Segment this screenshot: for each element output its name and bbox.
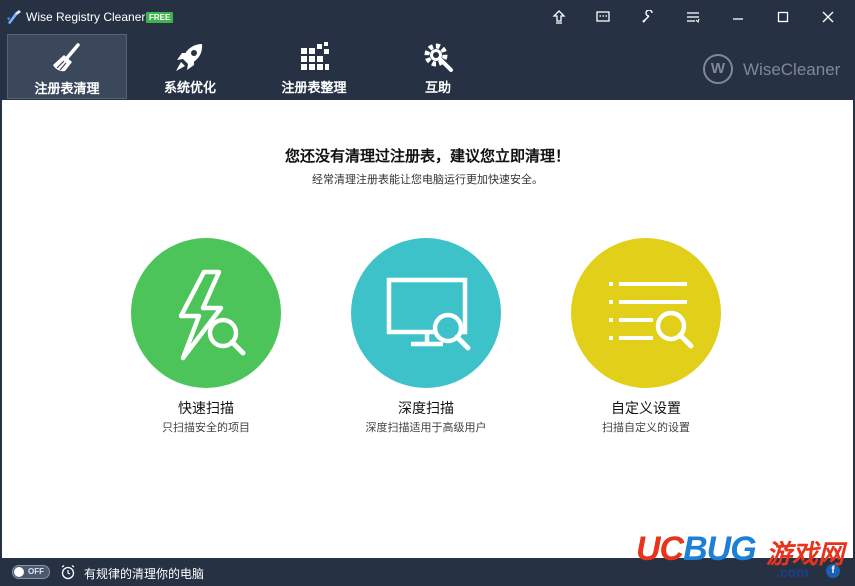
brand-text: WiseCleaner xyxy=(743,60,841,79)
schedule-text: 有规律的清理你的电脑 xyxy=(84,567,205,581)
upgrade-icon[interactable] xyxy=(545,4,573,30)
tab-registry-cleaner[interactable]: 注册表清理 xyxy=(7,34,127,99)
schedule-toggle[interactable]: OFF xyxy=(12,565,50,579)
option-title: 自定义设置 xyxy=(611,400,681,416)
alarm-clock-icon xyxy=(61,564,75,580)
option-title: 快速扫描 xyxy=(178,400,234,416)
deep-scan-circle[interactable] xyxy=(351,238,501,388)
rocket-icon xyxy=(176,44,203,71)
quick-scan-button[interactable]: 快速扫描 只扫描安全的项目 xyxy=(121,238,291,438)
page-subtitle: 经常清理注册表能让您电脑运行更加快速安全。 xyxy=(312,174,543,186)
quick-scan-circle[interactable] xyxy=(131,238,281,388)
option-title: 深度扫描 xyxy=(398,400,454,416)
tab-label: 注册表整理 xyxy=(281,80,347,95)
monitor-search-icon xyxy=(386,277,471,351)
minimize-icon[interactable] xyxy=(724,4,752,30)
tab-help[interactable]: 互助 xyxy=(378,34,498,99)
main-content: 您还没有清理过注册表，建议您立即清理！ 经常清理注册表能让您电脑运行更加快速安全… xyxy=(2,100,853,558)
lightning-search-icon xyxy=(178,269,246,361)
maximize-icon[interactable] xyxy=(769,4,797,30)
toggle-knob xyxy=(14,567,24,577)
custom-settings-circle[interactable] xyxy=(571,238,721,388)
tab-label: 注册表清理 xyxy=(34,81,100,96)
watermark-domain: .com xyxy=(776,564,809,580)
app-title: Wise Registry Cleaner 9 xyxy=(26,10,156,24)
broom-icon xyxy=(53,43,80,72)
app-logo-icon xyxy=(7,10,21,24)
menu-icon[interactable] xyxy=(679,4,707,30)
tools-icon[interactable] xyxy=(634,4,662,30)
option-desc: 深度扫描适用于高级用户 xyxy=(365,422,487,434)
wrench-gear-icon xyxy=(424,43,453,72)
title-bar: Wise Registry Cleaner 9 FREE xyxy=(0,0,855,34)
tab-registry-defrag[interactable]: 注册表整理 xyxy=(254,34,374,99)
facebook-icon: f xyxy=(826,564,840,578)
toggle-label: OFF xyxy=(28,567,44,576)
custom-settings-button[interactable]: 自定义设置 扫描自定义的设置 xyxy=(561,238,731,438)
tab-system-optimize[interactable]: 系统优化 xyxy=(130,34,250,99)
blocks-icon xyxy=(301,42,329,70)
wisecleaner-logo-icon: W xyxy=(703,54,733,84)
app-window: Wise Registry Cleaner 9 FREE 注册表清理 系统优化 … xyxy=(0,0,855,586)
tab-label: 系统优化 xyxy=(163,80,216,95)
free-badge: FREE xyxy=(146,12,174,23)
deep-scan-button[interactable]: 深度扫描 深度扫描适用于高级用户 xyxy=(341,238,511,438)
list-search-icon xyxy=(609,282,694,349)
feedback-icon[interactable] xyxy=(589,4,617,30)
page-title: 您还没有清理过注册表，建议您立即清理！ xyxy=(284,148,570,165)
watermark-logo: UCBUG xyxy=(636,530,757,568)
option-desc: 只扫描安全的项目 xyxy=(162,422,250,434)
ucbug-watermark: UCBUG 游戏网 .com f xyxy=(636,530,851,582)
tab-label: 互助 xyxy=(424,80,451,95)
option-desc: 扫描自定义的设置 xyxy=(602,422,690,434)
close-icon[interactable] xyxy=(814,4,842,30)
